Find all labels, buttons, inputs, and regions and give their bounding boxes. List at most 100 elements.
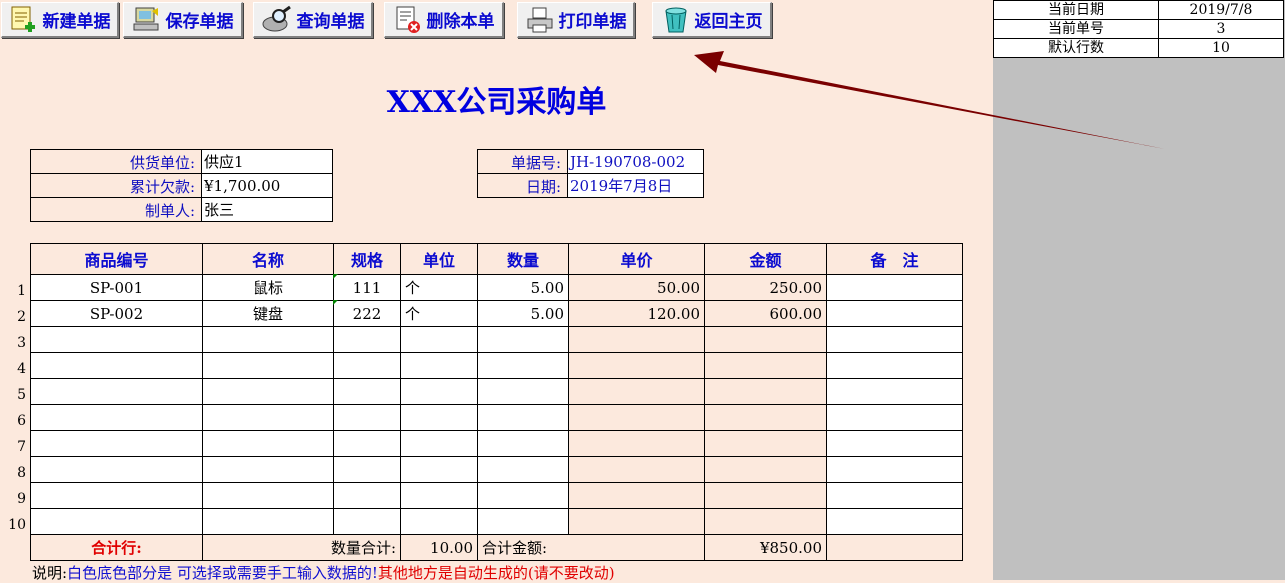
table-cell[interactable] [333,430,401,457]
table-cell[interactable] [30,378,203,405]
table-cell[interactable] [826,352,963,379]
table-cell[interactable] [826,300,963,327]
table-cell[interactable] [30,482,203,509]
table-cell[interactable] [400,482,478,509]
table-cell[interactable] [333,352,401,379]
column-header-2: 规格 [333,243,401,275]
table-cell[interactable]: 个 [400,274,478,301]
table-cell[interactable] [477,430,569,457]
creator-field[interactable]: 张三 [201,197,333,222]
default-rows-value[interactable]: 10 [1158,38,1284,58]
table-cell[interactable] [333,508,401,535]
print-document-button[interactable]: 打印单据 [517,2,635,38]
column-header-0: 商品编号 [30,243,203,275]
table-cell[interactable] [826,430,963,457]
table-cell[interactable] [826,404,963,431]
table-cell[interactable]: 5.00 [477,300,569,327]
table-cell[interactable] [202,326,334,353]
table-cell[interactable] [202,378,334,405]
table-cell [568,456,705,483]
table-cell[interactable] [202,352,334,379]
table-cell[interactable] [333,482,401,509]
table-cell[interactable]: SP-001 [30,274,203,301]
table-cell[interactable] [826,378,963,405]
document-info: 单据号: JH-190708-002 日期: 2019年7月8日 [477,149,704,198]
table-cell[interactable] [477,482,569,509]
row-number: 9 [17,491,26,507]
new-document-icon [11,6,35,32]
table-cell[interactable] [30,326,203,353]
new-document-button[interactable]: 新建单据 [1,2,119,38]
table-cell[interactable] [333,456,401,483]
note-blue-text: 白色底色部分是 可选择或需要手工输入数据的! [67,564,378,582]
delete-document-label: 删除本单 [426,12,495,32]
supplier-info: 供货单位: 供应1 累计欠款: ¥1,700.00 制单人: 张三 [30,149,333,222]
row-number: 4 [17,361,26,377]
table-cell[interactable]: SP-002 [30,300,203,327]
table-cell[interactable] [202,456,334,483]
table-cell[interactable] [826,274,963,301]
table-cell[interactable] [30,352,203,379]
table-cell[interactable] [826,508,963,535]
table-cell[interactable] [333,404,401,431]
total-remark-cell [826,534,963,561]
table-cell[interactable]: 键盘 [202,300,334,327]
table-cell[interactable] [400,508,478,535]
table-cell[interactable] [30,508,203,535]
table-cell[interactable] [30,456,203,483]
table-cell[interactable] [477,456,569,483]
query-document-button[interactable]: 查询单据 [253,2,373,38]
table-cell [568,482,705,509]
table-cell[interactable] [477,326,569,353]
table-cell [704,404,827,431]
table-cell[interactable] [477,508,569,535]
column-header-5: 单价 [568,243,705,275]
table-cell[interactable] [202,404,334,431]
qty-total-label: 数量合计: [202,534,401,561]
current-number-value[interactable]: 3 [1158,19,1284,39]
table-cell[interactable] [202,482,334,509]
table-cell [704,378,827,405]
save-document-button[interactable]: 保存单据 [123,2,243,38]
current-date-value[interactable]: 2019/7/8 [1158,0,1284,20]
table-cell[interactable] [477,404,569,431]
table-cell[interactable] [826,456,963,483]
table-cell[interactable] [202,508,334,535]
table-cell[interactable]: 个 [400,300,478,327]
table-cell[interactable] [30,404,203,431]
return-home-button[interactable]: 返回主页 [652,2,772,38]
table-cell[interactable]: 鼠标 [202,274,334,301]
document-number-label: 单据号: [477,149,568,174]
table-cell[interactable]: 222 [333,300,401,327]
table-cell[interactable] [400,326,478,353]
table-cell[interactable] [333,378,401,405]
table-cell[interactable] [477,352,569,379]
table-cell[interactable]: 111 [333,274,401,301]
print-document-label: 打印单据 [558,12,627,32]
delete-document-button[interactable]: 删除本单 [384,2,504,38]
accumulated-debt-label: 累计欠款: [30,173,202,198]
table-cell[interactable] [826,482,963,509]
table-cell[interactable] [400,352,478,379]
table-cell[interactable] [400,404,478,431]
search-magnifier-icon [262,5,291,31]
table-cell[interactable] [400,378,478,405]
new-document-label: 新建单据 [42,12,111,32]
table-cell[interactable] [477,378,569,405]
date-field[interactable]: 2019年7月8日 [567,173,704,198]
table-row: SP-002 键盘 222 个 5.00 120.00 600.00 [30,300,963,327]
row-number: 1 [17,283,26,299]
table-cell [568,404,705,431]
table-cell[interactable] [202,430,334,457]
table-row [30,456,963,483]
table-cell[interactable] [30,430,203,457]
row-number: 10 [8,517,26,533]
table-cell[interactable] [333,326,401,353]
table-row [30,378,963,405]
table-cell[interactable] [826,326,963,353]
table-cell [568,508,705,535]
table-cell[interactable] [400,430,478,457]
table-cell[interactable]: 5.00 [477,274,569,301]
table-cell[interactable] [400,456,478,483]
supplier-field[interactable]: 供应1 [201,149,333,174]
